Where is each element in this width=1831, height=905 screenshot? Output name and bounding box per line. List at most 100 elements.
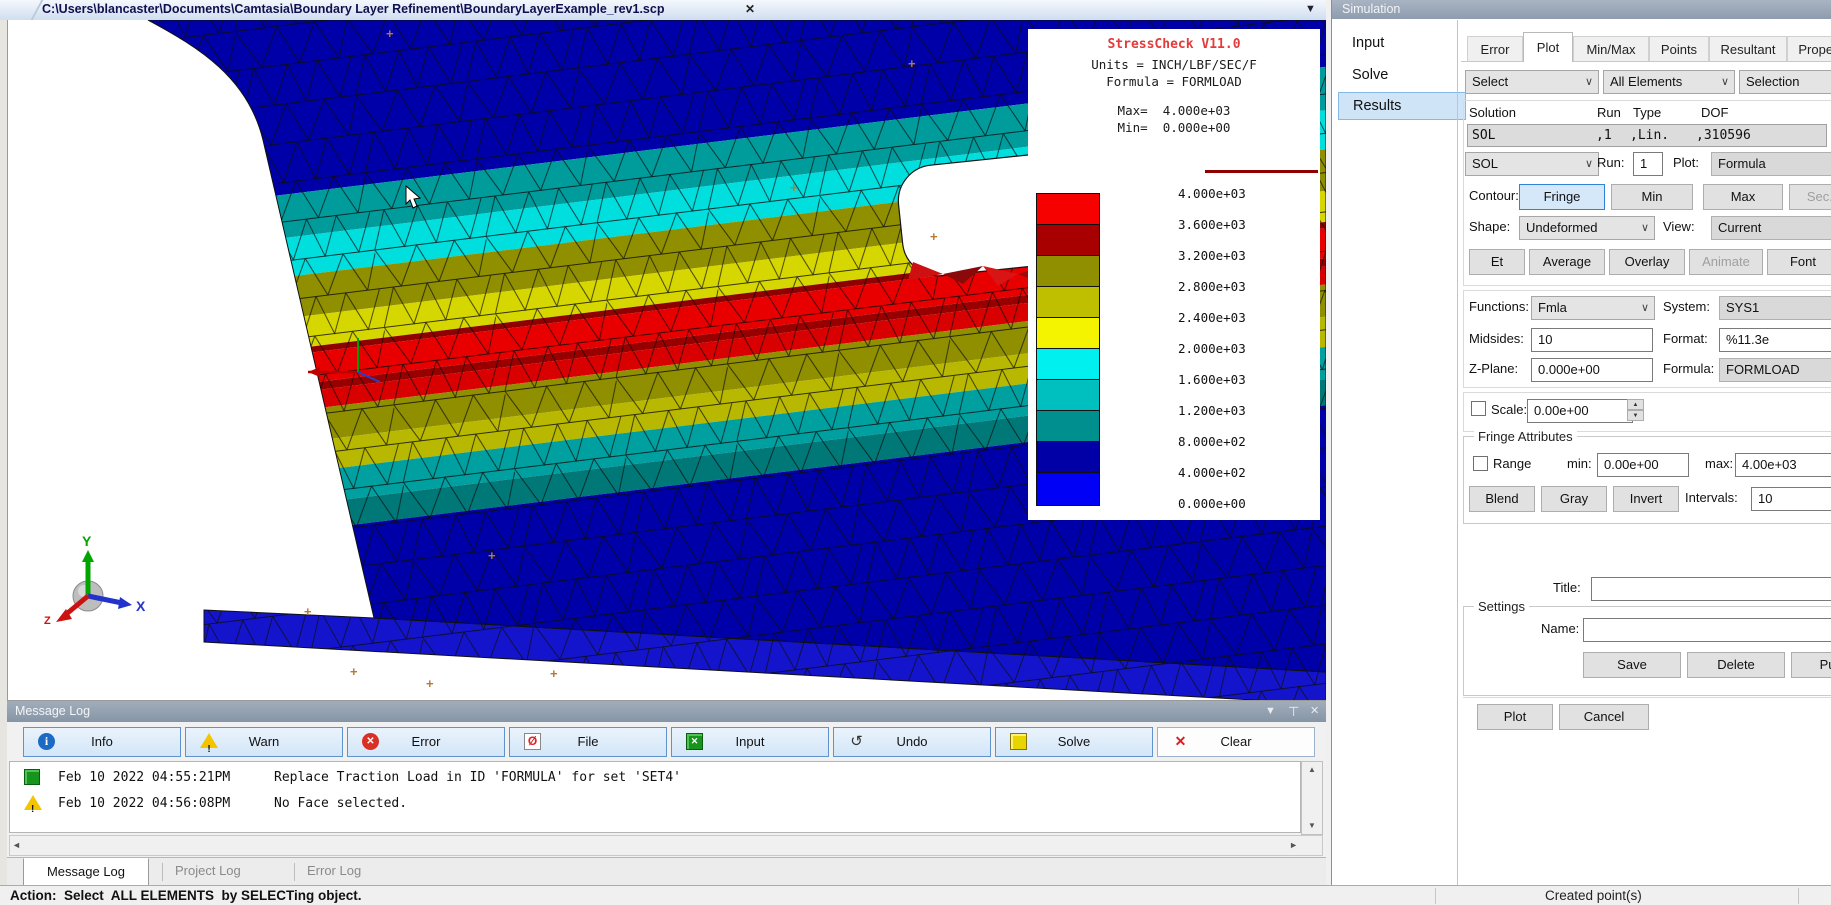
view-label: View: bbox=[1663, 216, 1695, 238]
log-input-button[interactable]: ✕ Input bbox=[671, 727, 829, 757]
scroll-left-icon[interactable]: ◄ bbox=[12, 836, 21, 855]
settings-name-field[interactable] bbox=[1583, 618, 1831, 642]
select-mode-dropdown[interactable]: Select∨ bbox=[1465, 70, 1599, 94]
tab-error[interactable]: Error bbox=[1467, 36, 1523, 62]
save-button[interactable]: Save bbox=[1583, 652, 1681, 678]
chevron-down-icon: ∨ bbox=[1641, 217, 1649, 239]
min-button[interactable]: Min bbox=[1611, 184, 1693, 210]
plot-title-field[interactable] bbox=[1591, 577, 1831, 601]
gray-button[interactable]: Gray bbox=[1541, 486, 1607, 512]
log-error-button[interactable]: ✕ Error bbox=[347, 727, 505, 757]
svg-text:+: + bbox=[790, 180, 798, 195]
tab-divider bbox=[294, 863, 295, 881]
legend-units: Units = INCH/LBF/SEC/F bbox=[1028, 57, 1320, 72]
dof-col-header: DOF bbox=[1701, 102, 1728, 124]
shape-dropdown[interactable]: Undeformed∨ bbox=[1519, 216, 1655, 240]
sidebar-item-input[interactable]: Input bbox=[1338, 30, 1464, 56]
sidebar-item-results[interactable]: Results bbox=[1338, 92, 1466, 120]
log-clear-button[interactable]: ✕ Clear bbox=[1157, 727, 1315, 757]
scale-spinner[interactable]: ▲ ▼ bbox=[1627, 399, 1644, 423]
midsides-field[interactable]: 10 bbox=[1531, 328, 1653, 352]
legend-formula: Formula = FORMLOAD bbox=[1028, 74, 1320, 89]
log-entry[interactable]: Feb 10 2022 04:55:21PM Replace Traction … bbox=[10, 766, 1300, 789]
range-min-field[interactable]: 0.00e+00 bbox=[1597, 453, 1689, 477]
tab-error-log[interactable]: Error Log bbox=[307, 858, 361, 886]
plot-button[interactable]: Plot bbox=[1477, 704, 1553, 730]
max-label: max: bbox=[1705, 453, 1733, 475]
formula-label: Formula: bbox=[1663, 358, 1714, 380]
error-icon: ✕ bbox=[362, 733, 379, 750]
functions-label: Functions: bbox=[1469, 296, 1529, 318]
delete-button[interactable]: Delete bbox=[1687, 652, 1785, 678]
log-solve-button[interactable]: Solve bbox=[995, 727, 1153, 757]
pin-icon[interactable]: ⊤ bbox=[1288, 701, 1299, 722]
legend-min: Min= 0.000e+00 bbox=[1028, 120, 1320, 135]
plot-type-dropdown[interactable]: Formula bbox=[1711, 152, 1831, 176]
formula-field[interactable]: FORMLOAD bbox=[1719, 358, 1831, 382]
range-max-field[interactable]: 4.00e+03 bbox=[1735, 453, 1831, 477]
log-file-button[interactable]: Ø File bbox=[509, 727, 667, 757]
document-path: C:\Users\blancaster\Documents\Camtasia\B… bbox=[42, 2, 664, 16]
tabstrip-underline bbox=[1461, 61, 1831, 62]
overlay-button[interactable]: Overlay bbox=[1609, 249, 1685, 275]
tab-points[interactable]: Points bbox=[1649, 36, 1709, 62]
spin-down-icon[interactable]: ▼ bbox=[1627, 410, 1644, 421]
format-field[interactable]: %11.3e bbox=[1719, 328, 1831, 352]
solve-cube-icon bbox=[1010, 733, 1027, 750]
scale-field[interactable]: 0.00e+00 bbox=[1527, 399, 1633, 423]
zplane-field[interactable]: 0.000e+00 bbox=[1531, 358, 1653, 382]
tab-project-log[interactable]: Project Log bbox=[175, 858, 241, 886]
panel-caret-icon[interactable]: ▼ bbox=[1265, 701, 1276, 722]
status-divider bbox=[1798, 888, 1799, 904]
tab-properties[interactable]: Properties bbox=[1787, 36, 1831, 62]
sidebar-item-solve[interactable]: Solve bbox=[1338, 62, 1464, 88]
run-field[interactable]: 1 bbox=[1633, 152, 1663, 176]
solution-list-row[interactable]: SOL ,1 ,Lin. ,310596 bbox=[1467, 124, 1827, 147]
log-undo-button[interactable]: ↺ Undo bbox=[833, 727, 991, 757]
tab-minmax[interactable]: Min/Max bbox=[1573, 36, 1649, 62]
window-menu-caret-icon[interactable]: ▼ bbox=[1305, 3, 1316, 15]
plot-label: Plot: bbox=[1673, 152, 1699, 174]
log-vertical-scrollbar[interactable]: ▲ ▼ bbox=[1301, 761, 1323, 835]
solution-combo[interactable]: SOL∨ bbox=[1465, 152, 1599, 176]
chevron-down-icon: ∨ bbox=[1641, 297, 1649, 319]
et-button[interactable]: Et bbox=[1469, 249, 1525, 275]
element-filter-dropdown[interactable]: All Elements∨ bbox=[1603, 70, 1735, 94]
close-icon[interactable]: ✕ bbox=[1310, 701, 1319, 722]
legend-app-version: StressCheck V11.0 bbox=[1028, 37, 1320, 52]
settings-name-label: Name: bbox=[1541, 618, 1579, 640]
system-field[interactable]: SYS1 bbox=[1719, 296, 1831, 320]
scroll-up-icon[interactable]: ▲ bbox=[1302, 762, 1322, 778]
log-entries-list[interactable]: Feb 10 2022 04:55:21PM Replace Traction … bbox=[9, 761, 1301, 833]
cancel-button[interactable]: Cancel bbox=[1559, 704, 1649, 730]
view-dropdown[interactable]: Current bbox=[1711, 216, 1831, 240]
range-checkbox[interactable] bbox=[1473, 456, 1488, 471]
tab-plot[interactable]: Plot bbox=[1523, 32, 1573, 62]
log-horizontal-scrollbar[interactable]: ◄ ► bbox=[9, 835, 1323, 856]
selection-dropdown[interactable]: Selection bbox=[1739, 70, 1831, 94]
font-button[interactable]: Font bbox=[1767, 249, 1831, 275]
close-icon[interactable]: ✕ bbox=[742, 2, 758, 18]
tab-message-log[interactable]: Message Log bbox=[23, 858, 149, 886]
scroll-right-icon[interactable]: ► bbox=[1289, 836, 1298, 855]
log-warn-button[interactable]: ! Warn bbox=[185, 727, 343, 757]
scale-checkbox[interactable] bbox=[1471, 401, 1486, 416]
intervals-field[interactable]: 10 bbox=[1751, 487, 1831, 511]
spin-up-icon[interactable]: ▲ bbox=[1627, 399, 1644, 410]
functions-dropdown[interactable]: Fmla∨ bbox=[1531, 296, 1655, 320]
log-entry[interactable]: ! Feb 10 2022 04:56:08PM No Face selecte… bbox=[10, 792, 1300, 815]
purge-button[interactable]: Purge bbox=[1791, 652, 1831, 678]
input-cube-icon bbox=[24, 769, 40, 785]
blend-button[interactable]: Blend bbox=[1469, 486, 1535, 512]
model-viewport[interactable]: +++ +++ +++ Y X Z Stress bbox=[8, 20, 1326, 700]
average-button[interactable]: Average bbox=[1529, 249, 1605, 275]
scroll-down-icon[interactable]: ▼ bbox=[1302, 818, 1322, 834]
tab-resultant[interactable]: Resultant bbox=[1709, 36, 1787, 62]
invert-button[interactable]: Invert bbox=[1613, 486, 1679, 512]
fringe-button[interactable]: Fringe bbox=[1519, 184, 1605, 210]
max-button[interactable]: Max bbox=[1703, 184, 1783, 210]
log-info-button[interactable]: i Info bbox=[23, 727, 181, 757]
animate-button: Animate bbox=[1689, 249, 1763, 275]
triad-x-label: X bbox=[136, 598, 146, 614]
message-log-title-bar: Message Log ▼ ⊤ ✕ bbox=[7, 701, 1326, 722]
